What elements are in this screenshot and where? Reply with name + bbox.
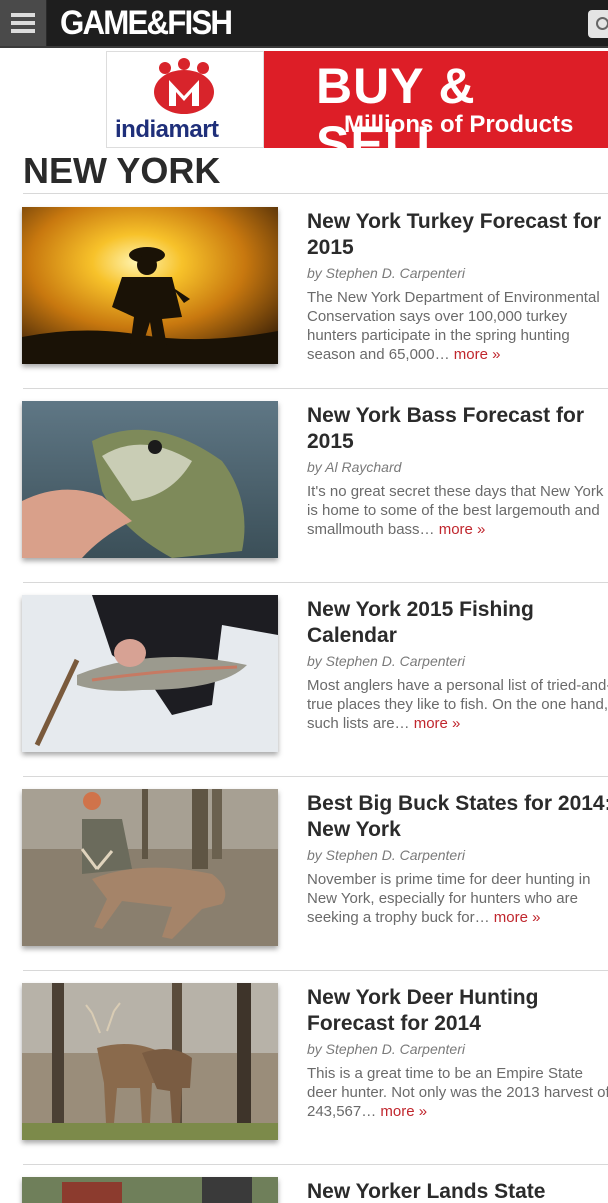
article-author: by Al Raychard — [307, 459, 402, 475]
article-excerpt: The New York Department of Environmental… — [307, 288, 608, 364]
article-item: Best Big Buck States for 2014: New York … — [0, 777, 608, 971]
article-excerpt: This is a great time to be an Empire Sta… — [307, 1064, 608, 1121]
article-title-link[interactable]: New Yorker Lands State — [307, 1179, 608, 1203]
more-link[interactable]: more » — [380, 1103, 427, 1120]
article-thumbnail[interactable] — [22, 401, 278, 558]
article-thumbnail[interactable] — [22, 983, 278, 1140]
article-item: New York Turkey Forecast for 2015 by Ste… — [0, 195, 608, 389]
ad-message-panel: BUY & SELL Millions of Products — [264, 51, 608, 148]
article-excerpt: Most anglers have a personal list of tri… — [307, 676, 608, 733]
article-item: New York Deer Hunting Forecast for 2014 … — [0, 971, 608, 1165]
article-thumbnail[interactable] — [22, 595, 278, 752]
ad-brand: indiamart — [115, 116, 219, 143]
ad-banner[interactable]: indiamart BUY & SELL Millions of Product… — [106, 51, 608, 148]
deer-in-woods-image — [22, 983, 278, 1140]
turkey-hunter-sunset-image — [22, 207, 278, 364]
title-divider — [23, 193, 608, 194]
ice-fishing-trout-image — [22, 595, 278, 752]
indiamart-logo-icon — [154, 58, 214, 114]
article-title-link[interactable]: New York Deer Hunting Forecast for 2014 — [307, 985, 608, 1037]
article-author: by Stephen D. Carpenteri — [307, 653, 465, 669]
bass-fish-image — [22, 401, 278, 558]
article-author: by Stephen D. Carpenteri — [307, 847, 465, 863]
article-title-link[interactable]: New York Turkey Forecast for 2015 — [307, 209, 608, 261]
article-thumbnail[interactable] — [22, 1177, 278, 1203]
angler-photo-image — [22, 1177, 278, 1203]
search-icon[interactable] — [588, 10, 608, 38]
more-link[interactable]: more » — [439, 521, 486, 538]
article-item: New Yorker Lands State — [0, 1165, 608, 1203]
article-title-link[interactable]: New York Bass Forecast for 2015 — [307, 403, 608, 455]
article-title-link[interactable]: Best Big Buck States for 2014: New York — [307, 791, 608, 843]
more-link[interactable]: more » — [454, 346, 501, 363]
buck-deer-hunter-image — [22, 789, 278, 946]
excerpt-text: November is prime time for deer hunting … — [307, 871, 591, 926]
more-link[interactable]: more » — [494, 909, 541, 926]
article-excerpt: It's no great secret these days that New… — [307, 482, 608, 539]
site-logo[interactable]: GAME&FISH — [60, 4, 233, 42]
article-author: by Stephen D. Carpenteri — [307, 1041, 465, 1057]
ad-subline: Millions of Products — [344, 111, 574, 138]
excerpt-text: This is a great time to be an Empire Sta… — [307, 1065, 608, 1120]
article-title-link[interactable]: New York 2015 Fishing Calendar — [307, 597, 608, 649]
article-item: New York Bass Forecast for 2015 by Al Ra… — [0, 389, 608, 583]
menu-icon[interactable] — [0, 0, 47, 46]
article-thumbnail[interactable] — [22, 789, 278, 946]
article-thumbnail[interactable] — [22, 207, 278, 364]
top-bar: GAME&FISH — [0, 0, 608, 48]
ad-logo-panel: indiamart — [106, 51, 264, 148]
article-item: New York 2015 Fishing Calendar by Stephe… — [0, 583, 608, 777]
article-excerpt: November is prime time for deer hunting … — [307, 870, 608, 927]
more-link[interactable]: more » — [414, 715, 461, 732]
page-title: NEW YORK — [23, 150, 221, 191]
article-author: by Stephen D. Carpenteri — [307, 265, 465, 281]
